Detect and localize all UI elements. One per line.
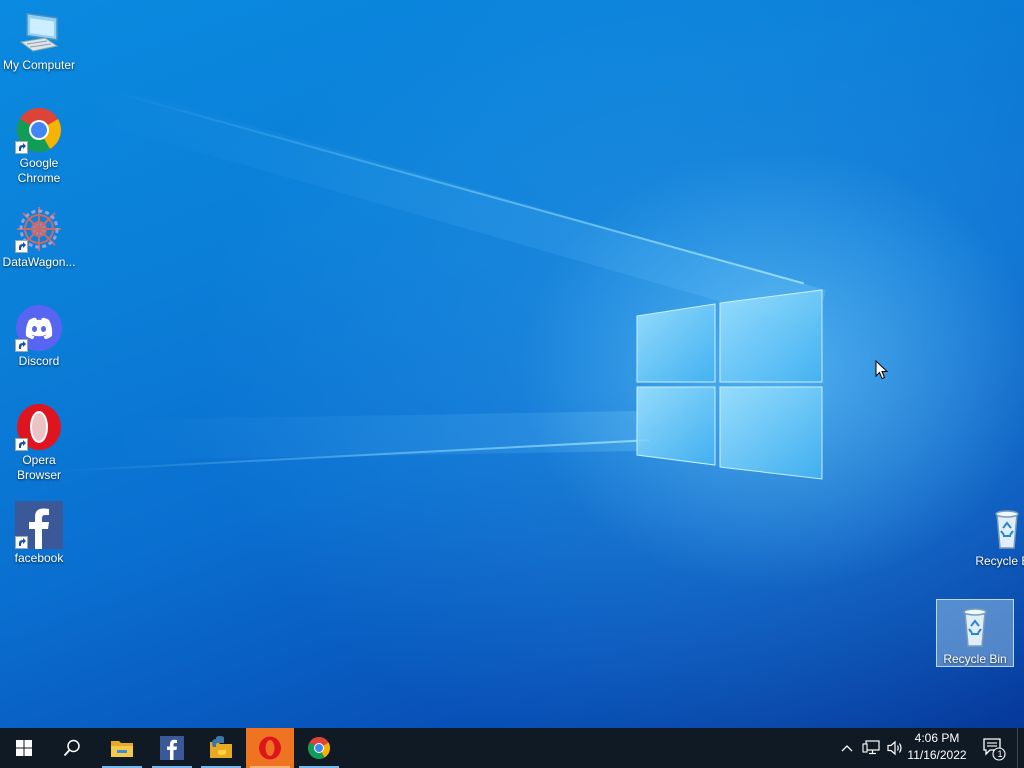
tray-network-button[interactable]	[860, 728, 882, 768]
desktop-icon-google-chrome[interactable]: Google Chrome	[0, 106, 78, 186]
desktop-icon-discord[interactable]: Discord	[0, 304, 78, 369]
search-icon	[63, 739, 80, 757]
taskbar-file-explorer[interactable]	[98, 728, 146, 768]
desktop-icon-my-computer[interactable]: My Computer	[0, 8, 78, 73]
datawagon-icon	[15, 205, 63, 253]
opera-icon	[15, 403, 63, 451]
desktop-icon-label: Opera Browser	[16, 453, 61, 482]
clock-date: 11/16/2022	[907, 748, 967, 762]
chrome-icon	[308, 737, 330, 759]
desktop-icon-datawagon[interactable]: DataWagon...	[0, 205, 78, 270]
desktop-icon-label: DataWagon...	[2, 255, 76, 269]
desktop-icon-facebook[interactable]: facebook	[0, 501, 78, 566]
desktop-icon-recycle-bin[interactable]: Recycle Bin	[936, 599, 1014, 667]
facebook-icon	[15, 501, 63, 549]
shortcut-arrow-icon	[15, 141, 28, 154]
desktop-icon-opera-browser[interactable]: Opera Browser	[0, 403, 78, 483]
desktop-icon-label: Recycle Bin	[943, 652, 1007, 666]
desktop-icon-label: facebook	[14, 551, 64, 565]
clock-time: 4:06 PM	[914, 731, 960, 745]
windows-logo-glow	[636, 289, 823, 480]
light-beam	[119, 410, 641, 460]
taskbar-chrome[interactable]	[295, 728, 343, 768]
desktop-background[interactable]: My Computer Google Chrome DataWagon... D…	[0, 0, 1024, 728]
computer-icon	[15, 8, 63, 56]
search-button[interactable]	[48, 728, 96, 768]
taskbar-python-app[interactable]	[197, 728, 245, 768]
light-beam	[109, 90, 805, 285]
python-icon	[210, 736, 232, 758]
discord-icon	[15, 304, 63, 352]
windows-logo-icon	[16, 740, 32, 756]
desktop-icon-label: Discord	[18, 354, 60, 368]
shortcut-arrow-icon	[15, 536, 28, 549]
facebook-icon	[160, 736, 184, 760]
taskbar-facebook[interactable]	[148, 728, 196, 768]
recycle-bin-icon	[951, 602, 999, 650]
taskbar: 4:06 PM 11/16/2022 1	[0, 728, 1024, 768]
recycle-bin-icon	[983, 504, 1024, 552]
folder-icon	[111, 741, 133, 757]
chevron-up-icon	[841, 745, 853, 752]
start-button[interactable]	[0, 728, 48, 768]
mouse-cursor-icon	[875, 360, 889, 380]
taskbar-opera[interactable]	[246, 728, 294, 768]
shortcut-arrow-icon	[15, 240, 28, 253]
chrome-icon	[15, 106, 63, 154]
tray-show-hidden-button[interactable]	[836, 728, 858, 768]
desktop-icon-recycle-bin-partial[interactable]: Recycle Bin	[968, 504, 1024, 569]
shortcut-arrow-icon	[15, 438, 28, 451]
opera-icon	[259, 736, 281, 760]
desktop-icon-label: Recycle Bin	[975, 554, 1024, 568]
show-desktop-button[interactable]	[1017, 728, 1024, 768]
shortcut-arrow-icon	[15, 339, 28, 352]
desktop-icon-label: My Computer	[2, 58, 76, 72]
notification-badge: 1	[997, 749, 1003, 759]
action-center-button[interactable]: 1	[980, 728, 1008, 768]
tray-clock[interactable]: 4:06 PM 11/16/2022	[896, 730, 978, 764]
desktop-icon-label: Google Chrome	[17, 156, 61, 185]
network-icon	[862, 740, 880, 755]
